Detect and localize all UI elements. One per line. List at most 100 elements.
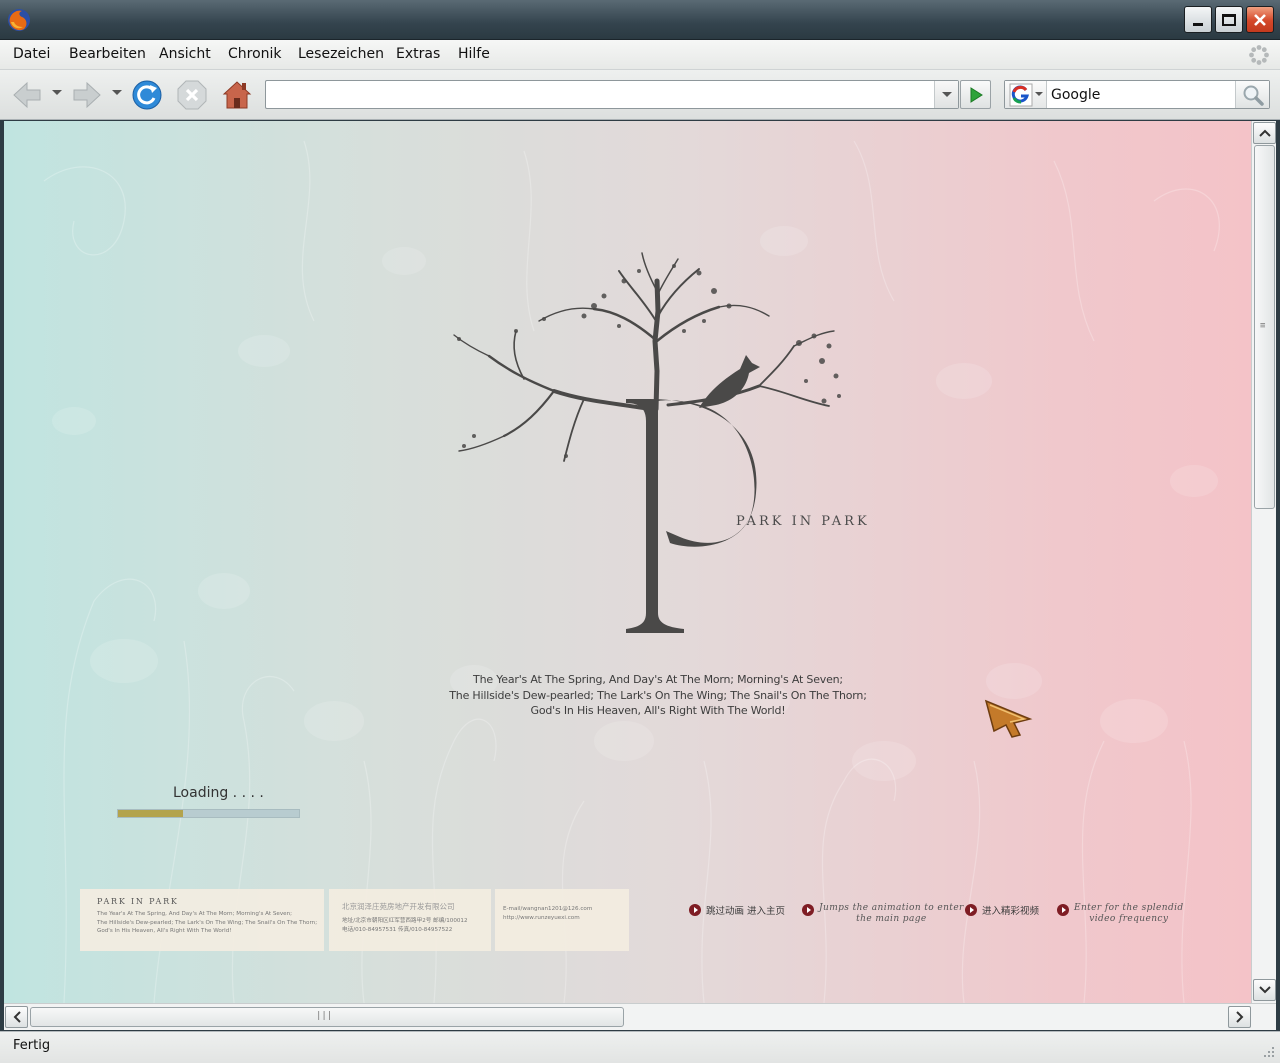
poem-line-3: God's In His Heaven, All's Right With Th… [530, 704, 786, 717]
horizontal-scrollbar[interactable]: ||| [4, 1003, 1276, 1030]
info-card-intro: PARK IN PARK The Year's At The Spring, A… [80, 889, 324, 951]
thumb-grip-icon: ≡ [1260, 321, 1266, 331]
google-g-icon [1009, 83, 1033, 107]
scroll-right-button[interactable] [1228, 1006, 1251, 1028]
arrow-bullet-icon [689, 904, 701, 916]
loading-progress-bar [117, 809, 300, 818]
thumb-grip-icon: ||| [316, 1011, 333, 1021]
forward-button[interactable] [70, 78, 104, 112]
address-bar[interactable] [265, 80, 959, 109]
loading-progress-fill [118, 810, 184, 817]
menu-ansicht[interactable]: Ansicht [159, 46, 211, 62]
status-text: Fertig [13, 1038, 51, 1053]
info-card-company: 北京润泽庄苑房地产开发有限公司 地址/北京市朝阳区红军营西路甲2号 邮编/100… [329, 889, 491, 951]
search-input[interactable] [1051, 85, 1231, 105]
menu-chronik[interactable]: Chronik [228, 46, 282, 62]
chevron-left-icon [13, 1011, 21, 1023]
scroll-up-button[interactable] [1253, 122, 1276, 144]
company-name: 北京润泽庄苑房地产开发有限公司 [342, 902, 455, 911]
menu-datei[interactable]: Datei [13, 46, 50, 62]
website-link[interactable]: http://www.runzeyuexi.com [503, 914, 592, 923]
horizontal-scroll-thumb[interactable]: ||| [30, 1007, 624, 1027]
stop-icon [177, 80, 207, 110]
brand-wordmark: PARK IN PARK [736, 514, 870, 529]
company-contact: 地址/北京市朝阳区红军营西路甲2号 邮编/100012 电话/010-84957… [342, 917, 468, 934]
reload-icon [132, 80, 162, 110]
go-arrow-icon [970, 86, 983, 103]
company-address: 地址/北京市朝阳区红军营西路甲2号 邮编/100012 [342, 918, 468, 924]
firefox-icon [8, 9, 30, 31]
info-card-web: E-mail/wangnan1201@126.com http://www.ru… [495, 889, 629, 951]
video-cn-link[interactable]: 进入精彩视频 [965, 903, 1039, 917]
scroll-left-button[interactable] [5, 1006, 28, 1028]
magnifier-icon [1243, 85, 1264, 106]
resize-grip-icon[interactable] [1262, 1045, 1276, 1059]
card-intro-line: God's In His Heaven, All's Right With Th… [97, 928, 232, 935]
reload-button[interactable] [130, 78, 164, 112]
card-intro-text: The Year's At The Spring, And Day's At T… [97, 910, 317, 936]
minimize-button[interactable] [1184, 6, 1212, 33]
chevron-right-icon [1235, 1011, 1243, 1023]
link-label: Enter for the splendid video frequency [1074, 903, 1184, 924]
stop-button[interactable] [175, 78, 209, 112]
chevron-up-icon [1258, 129, 1271, 137]
menu-bar: Datei Bearbeiten Ansicht Chronik Lesezei… [0, 40, 1280, 70]
link-label-line: the main page [856, 913, 927, 924]
maximize-button[interactable] [1215, 6, 1243, 33]
arrow-bullet-icon [802, 904, 814, 916]
home-button[interactable] [220, 78, 254, 112]
video-en-link[interactable]: Enter for the splendid video frequency [1057, 903, 1184, 924]
url-history-dropdown[interactable] [934, 81, 958, 108]
card-brand-title: PARK IN PARK [97, 897, 179, 906]
link-label: 跳过动画 进入主页 [706, 906, 786, 917]
back-arrow-icon [13, 81, 41, 109]
search-button[interactable] [1235, 81, 1269, 108]
contact-email-link[interactable]: E-mail/wangnan1201@126.com [503, 905, 592, 914]
search-bar[interactable] [1004, 80, 1270, 109]
maximize-icon [1222, 13, 1236, 26]
link-label-line: Jumps the animation to enter [819, 903, 964, 913]
web-contact: E-mail/wangnan1201@126.com http://www.ru… [503, 905, 592, 922]
page-viewport: PARK IN PARK The Year's At The Spring, A… [4, 121, 1251, 1003]
forward-history-dropdown[interactable] [112, 90, 122, 95]
menu-bearbeiten[interactable]: Bearbeiten [69, 46, 146, 62]
throbber-icon [1249, 45, 1269, 65]
loading-label: Loading . . . . [173, 785, 264, 801]
search-engine-selector[interactable] [1005, 81, 1047, 108]
card-intro-line: The Year's At The Spring, And Day's At T… [97, 911, 293, 917]
card-intro-line: The Hillside's Dew-pearled; The Lark's O… [97, 919, 318, 926]
chevron-down-icon [1258, 986, 1271, 994]
skip-animation-cn-link[interactable]: 跳过动画 进入主页 [689, 903, 785, 917]
chevron-down-icon [941, 92, 952, 97]
scroll-down-button[interactable] [1253, 979, 1276, 1001]
menu-extras[interactable]: Extras [396, 46, 440, 62]
link-label: 进入精彩视频 [982, 906, 1040, 917]
minimize-icon [1193, 22, 1203, 26]
vertical-scrollbar[interactable]: ≡ [1251, 121, 1276, 1003]
home-icon [222, 81, 252, 109]
bird-icon [699, 355, 760, 408]
back-button[interactable] [10, 78, 44, 112]
link-label-line: video frequency [1089, 913, 1169, 924]
close-button[interactable] [1246, 6, 1274, 33]
forward-arrow-icon [73, 81, 101, 109]
company-phone: 电话/010-84957531 传真/010-84957522 [342, 926, 453, 933]
poem-line-2: The Hillside's Dew-pearled; The Lark's O… [449, 688, 867, 702]
skip-animation-en-link[interactable]: Jumps the animation to enter the main pa… [802, 903, 964, 924]
status-bar: Fertig [0, 1031, 1280, 1063]
go-button[interactable] [960, 80, 991, 109]
menu-lesezeichen[interactable]: Lesezeichen [298, 46, 384, 62]
arrow-bullet-icon [965, 904, 977, 916]
vertical-scroll-thumb[interactable]: ≡ [1254, 145, 1275, 509]
poem-text: The Year's At The Spring, And Day's At T… [404, 672, 912, 719]
menu-hilfe[interactable]: Hilfe [458, 46, 490, 62]
arrow-bullet-icon [1057, 904, 1069, 916]
back-history-dropdown[interactable] [52, 90, 62, 95]
poem-line-1: The Year's At The Spring, And Day's At T… [473, 673, 843, 686]
window-titlebar [0, 0, 1280, 40]
link-label-line: Enter for the splendid [1074, 903, 1184, 913]
engine-dropdown-icon [1035, 92, 1043, 96]
link-label: Jumps the animation to enter the main pa… [819, 903, 964, 924]
park-in-park-logo [453, 252, 841, 633]
url-input[interactable] [270, 85, 930, 105]
